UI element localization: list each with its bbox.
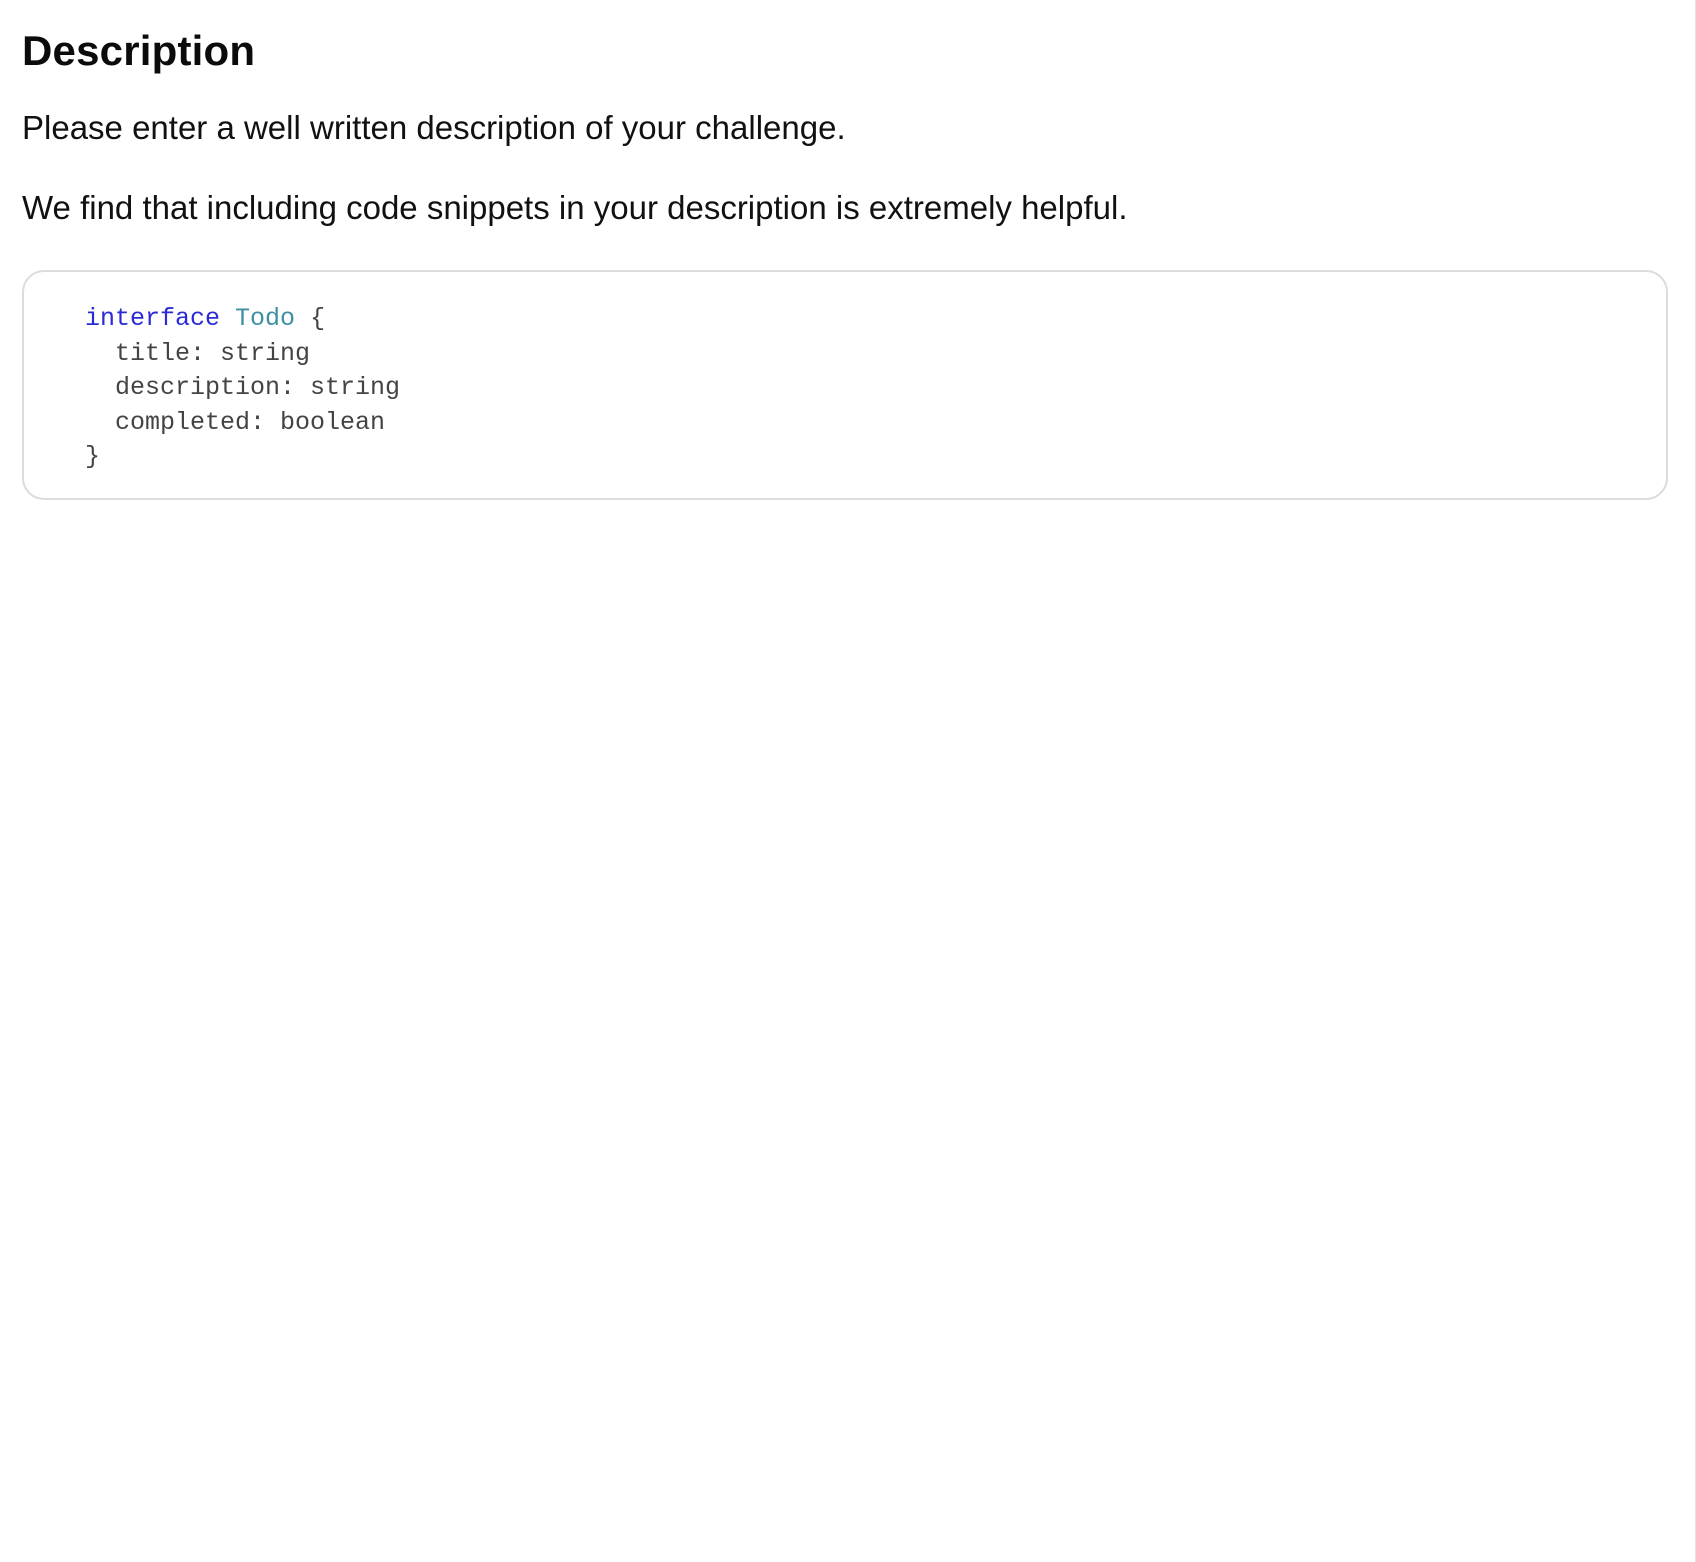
code-line: description: string [85,373,401,402]
code-line: completed: boolean [85,407,386,437]
description-editor: Description Please enter a well written … [22,24,1672,500]
code-type-name: Todo [235,304,296,333]
code-close-brace: } [85,442,101,471]
code-content[interactable]: interface Todo { title: string descripti… [85,302,1666,475]
page-title: Description [22,27,256,74]
code-block[interactable]: interface Todo { title: string descripti… [22,270,1668,500]
description-paragraph-code-tip[interactable]: We find that including code snippets in … [22,186,1127,230]
code-line: title: string [85,338,311,368]
code-keyword: interface [85,304,221,333]
description-paragraph-intro[interactable]: Please enter a well written description … [22,106,846,150]
code-open-brace: { [310,304,326,333]
